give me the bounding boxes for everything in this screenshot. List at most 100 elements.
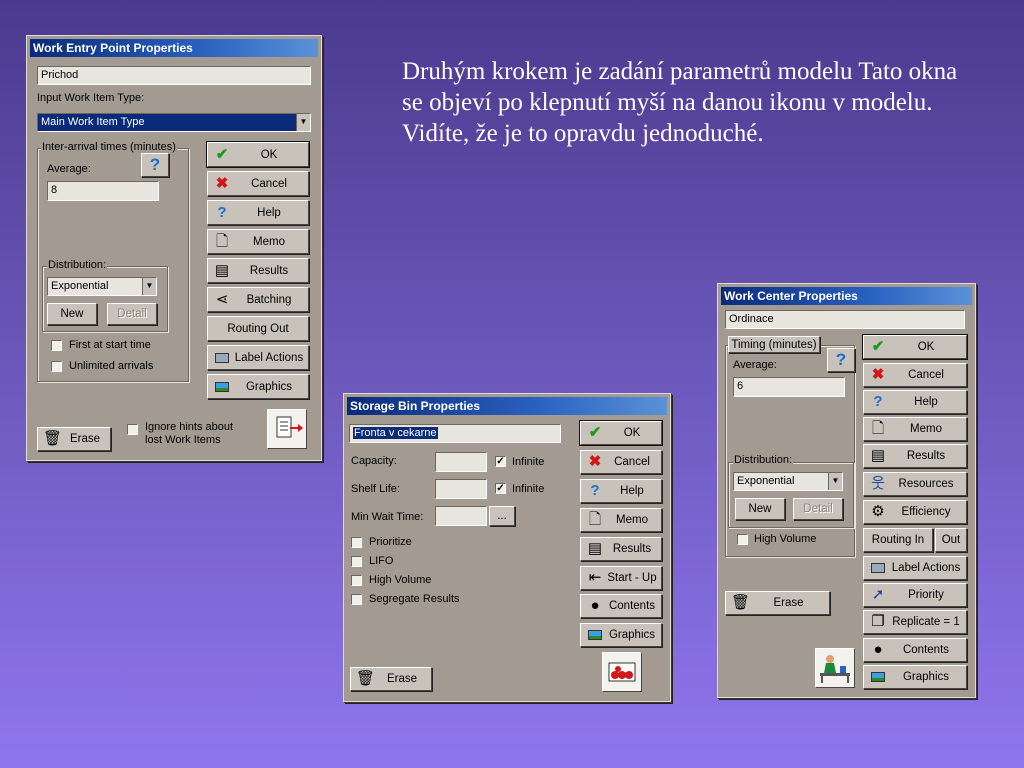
memo-button[interactable]: 🗋 Memo	[580, 508, 662, 532]
distribution-select[interactable]: Exponential ▼	[733, 472, 843, 491]
routing-in-button[interactable]: Routing In	[863, 528, 933, 552]
chevron-down-icon[interactable]: ▼	[296, 114, 310, 131]
contents-button[interactable]: ● Contents	[863, 638, 967, 662]
high-volume-checkbox[interactable]	[737, 534, 748, 545]
report-icon: ▤	[587, 540, 603, 557]
high-volume-label: High Volume	[369, 574, 432, 586]
replicate-button[interactable]: ❐ Replicate = 1	[863, 610, 967, 634]
question-icon: ?	[835, 350, 847, 369]
ok-button[interactable]: ✔ OK	[579, 420, 663, 446]
cross-icon: ✖	[215, 174, 229, 192]
window-title: Work Center Properties	[721, 287, 972, 305]
average-help-button[interactable]: ?	[141, 153, 169, 177]
distribution-value: Exponential	[737, 475, 795, 487]
first-at-start-label: First at start time	[69, 339, 151, 351]
item-type-label: Input Work Item Type:	[37, 92, 145, 104]
min-wait-field[interactable]	[435, 506, 487, 526]
work-entry-point-icon	[267, 409, 307, 449]
erase-button[interactable]: 🗑 Erase	[350, 667, 432, 691]
window-title: Storage Bin Properties	[347, 397, 667, 415]
cancel-button[interactable]: ✖ Cancel	[207, 171, 309, 196]
average-field[interactable]: 6	[733, 377, 845, 397]
unlimited-arrivals-checkbox[interactable]	[51, 361, 62, 372]
average-label: Average:	[733, 359, 777, 371]
cross-icon: ✖	[588, 453, 602, 470]
distribution-select[interactable]: Exponential ▼	[47, 277, 157, 296]
average-help-button[interactable]: ?	[827, 348, 855, 372]
results-button[interactable]: ▤ Results	[580, 537, 662, 561]
capacity-infinite-checkbox[interactable]: ✓	[495, 456, 506, 467]
chevron-down-icon[interactable]: ▼	[142, 278, 156, 295]
report-icon: ▤	[214, 261, 230, 279]
question-icon: ?	[149, 155, 161, 174]
new-button[interactable]: New	[47, 303, 97, 325]
detail-button[interactable]: Detail	[793, 498, 843, 520]
results-button[interactable]: ▤ Results	[207, 258, 309, 283]
item-type-select[interactable]: Main Work Item Type ▼	[37, 113, 311, 132]
segregate-results-label: Segregate Results	[369, 593, 460, 605]
dot-icon: ●	[590, 597, 600, 614]
trash-icon: 🗑	[43, 430, 63, 447]
chevron-down-icon[interactable]: ▼	[828, 473, 842, 490]
item-type-value: Main Work Item Type	[41, 116, 145, 128]
high-volume-checkbox[interactable]	[351, 575, 362, 586]
cancel-button[interactable]: ✖ Cancel	[580, 450, 662, 474]
graphics-button[interactable]: Graphics	[863, 665, 967, 689]
ignore-hints-checkbox[interactable]	[127, 424, 138, 435]
shelf-life-field[interactable]	[435, 479, 487, 499]
results-button[interactable]: ▤ Results	[863, 444, 967, 468]
cancel-button[interactable]: ✖ Cancel	[863, 363, 967, 387]
erase-button[interactable]: 🗑 Erase	[37, 427, 111, 451]
min-wait-browse-button[interactable]: ...	[489, 506, 515, 526]
capacity-field[interactable]	[435, 452, 487, 472]
erase-button[interactable]: 🗑 Erase	[725, 591, 830, 615]
segregate-results-checkbox[interactable]	[351, 594, 362, 605]
resources-button[interactable]: 웃 Resources	[863, 472, 967, 496]
efficiency-icon: ⚙	[871, 503, 885, 520]
contents-button[interactable]: ● Contents	[580, 594, 662, 618]
help-button[interactable]: ? Help	[580, 479, 662, 503]
capacity-infinite-label: Infinite	[512, 456, 545, 468]
label-actions-button[interactable]: Label Actions	[207, 345, 309, 370]
trash-icon: 🗑	[356, 670, 376, 687]
timing-button[interactable]: Timing (minutes)	[728, 336, 820, 353]
report-icon: ▤	[870, 447, 886, 464]
page-icon: 🗋	[588, 511, 602, 528]
priority-button[interactable]: ➚ Priority	[863, 583, 967, 607]
storage-bin-window: Storage Bin Properties Fronta v cekarne …	[343, 393, 671, 702]
average-field[interactable]: 8	[47, 181, 159, 201]
shelf-life-infinite-checkbox[interactable]: ✓	[495, 483, 506, 494]
unlimited-arrivals-label: Unlimited arrivals	[69, 360, 154, 372]
memo-button[interactable]: 🗋 Memo	[863, 417, 967, 441]
name-field[interactable]: Fronta v cekarne	[349, 424, 561, 443]
name-field[interactable]: Ordinace	[725, 310, 965, 329]
name-field[interactable]: Prichod	[37, 66, 311, 85]
ok-button[interactable]: ✔ OK	[206, 141, 310, 168]
graphics-button[interactable]: Graphics	[207, 374, 309, 399]
batching-button[interactable]: ⋖ Batching	[207, 287, 309, 312]
distribution-value: Exponential	[51, 280, 109, 292]
shelf-life-infinite-label: Infinite	[512, 483, 545, 495]
copy-icon: ❐	[871, 613, 885, 630]
first-at-start-checkbox[interactable]	[51, 340, 62, 351]
new-button[interactable]: New	[735, 498, 785, 520]
ok-button[interactable]: ✔ OK	[862, 334, 968, 360]
efficiency-button[interactable]: ⚙ Efficiency	[863, 500, 967, 524]
distribution-label: Distribution:	[47, 259, 108, 272]
routing-out-button[interactable]: Routing Out	[207, 316, 309, 341]
start-up-button[interactable]: ⇤ Start - Up	[580, 566, 662, 590]
question-icon: ?	[590, 482, 600, 499]
distribution-label: Distribution:	[733, 454, 794, 467]
detail-button[interactable]: Detail	[107, 303, 157, 325]
help-button[interactable]: ? Help	[863, 390, 967, 414]
routing-out-button[interactable]: Out	[935, 528, 967, 552]
lifo-checkbox[interactable]	[351, 556, 362, 567]
help-button[interactable]: ? Help	[207, 200, 309, 225]
min-wait-label: Min Wait Time:	[351, 511, 424, 523]
arrow-icon: ➚	[871, 586, 885, 603]
start-arrow-icon: ⇤	[588, 569, 602, 586]
graphics-button[interactable]: Graphics	[580, 623, 662, 647]
memo-button[interactable]: 🗋 Memo	[207, 229, 309, 254]
label-actions-button[interactable]: Label Actions	[863, 556, 967, 580]
prioritize-checkbox[interactable]	[351, 537, 362, 548]
